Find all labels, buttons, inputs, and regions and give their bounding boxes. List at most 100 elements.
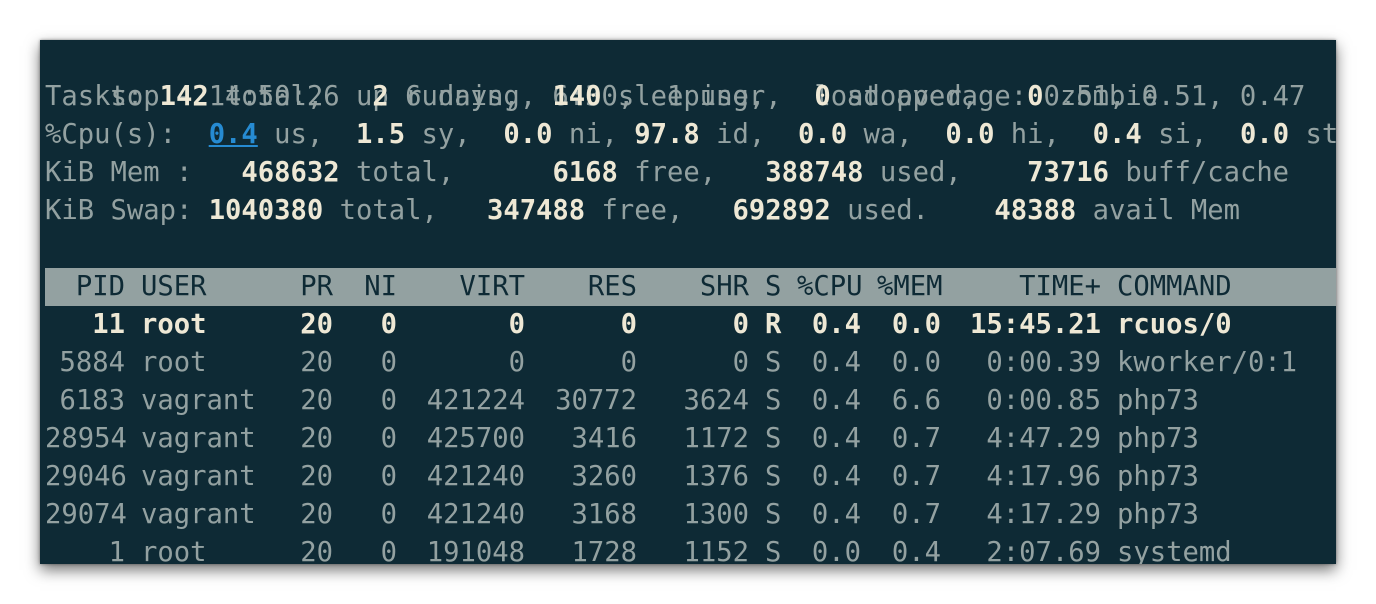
cell-pr: 20 — [300, 423, 333, 454]
cell-cpu: 0.4 — [811, 461, 861, 492]
cpu-ni: 0.0 — [503, 119, 553, 150]
tasks-sleeping-label: sleeping, — [601, 81, 815, 112]
cell-time: 4:17.96 — [986, 461, 1101, 492]
cell-command: php73 — [1117, 423, 1199, 454]
process-row[interactable]: 29074 vagrant 20 0 421240 3168 1300 S 0.4 0.7 4:17… — [45, 496, 1336, 534]
cell-virt: 421224 — [426, 385, 525, 416]
cell-pr: 20 — [300, 347, 333, 378]
cpu-sy: 1.5 — [356, 119, 406, 150]
mem-total-label: total, — [339, 157, 553, 188]
swap-total-label: total, — [323, 195, 487, 226]
cpu-id: 97.8 — [634, 119, 700, 150]
cell-cpu: 0.4 — [811, 423, 861, 454]
cell-command: rcuos/0 — [1117, 309, 1232, 340]
col-command[interactable]: COMMAND — [1117, 268, 1232, 306]
cell-time: 4:47.29 — [986, 423, 1101, 454]
cell-pr: 20 — [300, 385, 333, 416]
col-ni[interactable]: NI — [349, 268, 397, 306]
cell-command: php73 — [1117, 499, 1199, 530]
cell-mem: 0.0 — [891, 347, 941, 378]
process-row[interactable]: 11 root 20 0 0 0 0 R 0.4 0.0 15:45.21 rcuos/0 — [45, 306, 1336, 344]
tasks-prefix: Tasks: — [45, 81, 160, 112]
process-row[interactable]: 1 root 20 0 191048 1728 1152 S 0.0 0.4 2:07.69 syst… — [45, 534, 1336, 564]
cell-user: vagrant — [141, 499, 256, 530]
cpu-hi: 0.0 — [945, 119, 995, 150]
mem-used: 388748 — [765, 157, 864, 188]
cell-mem: 0.7 — [891, 423, 941, 454]
col-virt[interactable]: VIRT — [413, 268, 525, 306]
col-shr[interactable]: SHR — [653, 268, 749, 306]
cpu-si: 0.4 — [1092, 119, 1142, 150]
mem-free-label: free, — [617, 157, 766, 188]
col-res[interactable]: RES — [541, 268, 637, 306]
cell-ni: 0 — [380, 461, 397, 492]
cell-mem: 0.7 — [891, 461, 941, 492]
cell-command: php73 — [1117, 385, 1199, 416]
mem-cache: 73716 — [1027, 157, 1109, 188]
cell-user: vagrant — [141, 461, 256, 492]
cell-virt: 191048 — [426, 537, 525, 564]
cell-s: S — [765, 461, 782, 492]
cell-virt: 421240 — [426, 499, 525, 530]
col-time[interactable]: TIME+ — [957, 268, 1101, 306]
cell-user: root — [141, 309, 207, 340]
cell-s: S — [765, 347, 782, 378]
process-table-header[interactable]: PID USER PR NI VIRT RES SHR S %CPU %MEM … — [45, 268, 1336, 306]
cell-time: 0:00.85 — [986, 385, 1101, 416]
cell-res: 1728 — [571, 537, 637, 564]
cell-virt: 425700 — [426, 423, 525, 454]
cell-pr: 20 — [300, 461, 333, 492]
cell-user: vagrant — [141, 385, 256, 416]
cell-ni: 0 — [380, 423, 397, 454]
cell-ni: 0 — [380, 309, 397, 340]
tasks-stopped-label: stopped, — [830, 81, 1028, 112]
cell-cpu: 0.0 — [811, 537, 861, 564]
cell-shr: 1300 — [683, 499, 749, 530]
cell-shr: 1172 — [683, 423, 749, 454]
cell-cpu: 0.4 — [811, 385, 861, 416]
header-row: PID USER PR NI VIRT RES SHR S %CPU %MEM … — [45, 268, 1336, 306]
col-s[interactable]: S — [765, 268, 781, 306]
col-pid[interactable]: PID — [45, 268, 125, 306]
cell-res: 3168 — [571, 499, 637, 530]
tasks-sleeping: 140 — [552, 81, 602, 112]
cell-cpu: 0.4 — [811, 347, 861, 378]
cell-time: 4:17.29 — [986, 499, 1101, 530]
process-row[interactable]: 28954 vagrant 20 0 425700 3416 1172 S 0.4 0.7 4:47… — [45, 420, 1336, 458]
cpu-sy-label: sy, — [405, 119, 504, 150]
cell-shr: 3624 — [683, 385, 749, 416]
cell-mem: 0.7 — [891, 499, 941, 530]
col-mem[interactable]: %MEM — [877, 268, 942, 306]
col-cpu[interactable]: %CPU — [797, 268, 862, 306]
process-row[interactable]: 6183 vagrant 20 0 421224 30772 3624 S 0.4 6.6 0:00… — [45, 382, 1336, 420]
cell-pid: 29046 — [45, 461, 127, 492]
cpu-st-label: st — [1289, 119, 1336, 150]
cell-ni: 0 — [380, 499, 397, 530]
cell-pr: 20 — [300, 309, 333, 340]
cell-pid: 11 — [92, 309, 125, 340]
tasks-total-label: total, — [208, 81, 373, 112]
cell-command: php73 — [1117, 461, 1199, 492]
tasks-zombie-label: zombie — [1043, 81, 1159, 112]
cell-s: S — [765, 423, 782, 454]
cell-user: vagrant — [141, 423, 256, 454]
cell-user: root — [141, 347, 207, 378]
process-row[interactable]: 29046 vagrant 20 0 421240 3260 1376 S 0.4 0.7 4:17… — [45, 458, 1336, 496]
col-pr[interactable]: PR — [285, 268, 333, 306]
cpu-us-link[interactable]: 0.4 — [209, 119, 258, 150]
tasks-running: 2 — [372, 81, 389, 112]
col-user[interactable]: USER — [141, 268, 206, 306]
cell-cpu: 0.4 — [811, 499, 861, 530]
process-row[interactable]: 5884 root 20 0 0 0 0 S 0.4 0.0 0:00.39 kworker/0:1 — [45, 344, 1336, 382]
cell-res: 0 — [620, 309, 637, 340]
terminal-window[interactable]: top - 14:50:26 up 6 days, 6:30, 1 user, … — [40, 40, 1336, 564]
tasks-stopped: 0 — [814, 81, 831, 112]
cpu-st: 0.0 — [1239, 119, 1290, 150]
uptime-line: top - 14:50:26 up 6 days, 6:30, 1 user, … — [45, 40, 1336, 112]
cell-s: S — [765, 537, 782, 564]
cell-time: 2:07.69 — [986, 537, 1101, 564]
mem-used-label: used, — [863, 157, 1028, 188]
cell-pid: 1 — [108, 537, 125, 564]
cpu-wa: 0.0 — [798, 119, 848, 150]
cell-ni: 0 — [380, 385, 397, 416]
